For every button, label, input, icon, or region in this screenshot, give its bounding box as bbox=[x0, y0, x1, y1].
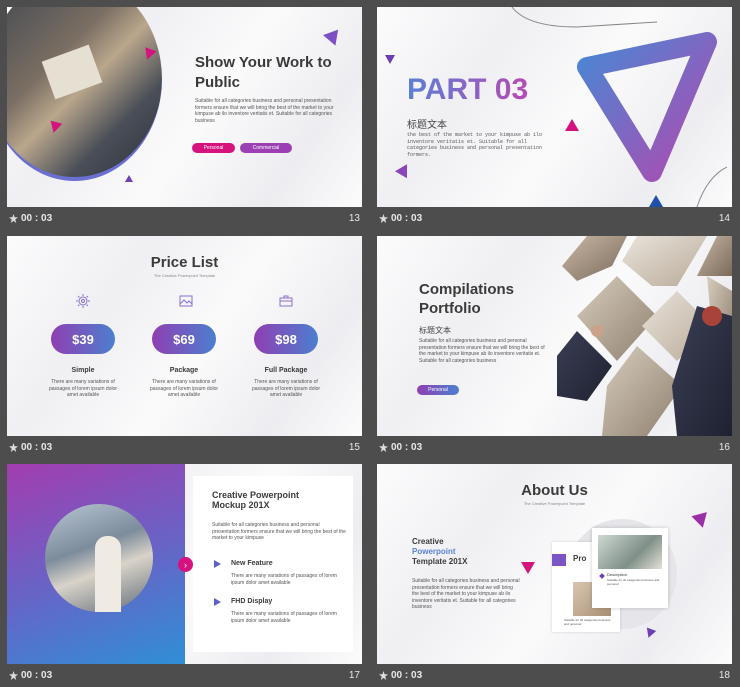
slide-13[interactable]: Show Your Work to Public Suitable for al… bbox=[7, 7, 362, 230]
personal-button[interactable]: Personal bbox=[192, 143, 235, 153]
slide-14[interactable]: PART 03 标题文本 the best of the market to y… bbox=[377, 7, 732, 230]
commercial-button[interactable]: Commercial bbox=[240, 143, 292, 153]
slide-title: Show Your Work to Public bbox=[195, 54, 332, 91]
slide-body: the best of the market to your kimpuse a… bbox=[407, 132, 543, 158]
slide-subtitle: 标题文本 bbox=[419, 326, 451, 335]
description-text: Suitable for all categories business and… bbox=[607, 578, 660, 586]
price-badge-package: $69 bbox=[152, 324, 216, 354]
slide-subtitle: The Creative Powerpoint Template bbox=[153, 273, 216, 278]
slide-14-canvas: PART 03 标题文本 the best of the market to y… bbox=[377, 7, 732, 207]
feature-title: New Feature bbox=[231, 560, 273, 567]
slide-17[interactable]: › Creative Powerpoint Mockup 201X Suitab… bbox=[7, 464, 362, 687]
transition-star-icon bbox=[9, 214, 18, 223]
portfolio-photo-grid bbox=[557, 236, 732, 436]
plan-name: Simple bbox=[71, 367, 95, 374]
personal-button[interactable]: Personal bbox=[417, 385, 459, 395]
slide-number: 16 bbox=[718, 442, 730, 453]
triangle-decor bbox=[649, 195, 663, 207]
transition-star-icon bbox=[9, 671, 18, 680]
plan-name: Package bbox=[169, 367, 199, 374]
image-icon bbox=[179, 295, 193, 307]
slide-17-canvas: › Creative Powerpoint Mockup 201X Suitab… bbox=[7, 464, 362, 664]
slide-title: Creative Powerpoint Mockup 201X bbox=[212, 490, 300, 510]
plan-desc: There are many variations of passages of… bbox=[149, 379, 219, 398]
briefcase-icon bbox=[279, 295, 293, 307]
feature-title: FHD Display bbox=[231, 598, 273, 605]
price-badge-simple: $39 bbox=[51, 324, 115, 354]
transition-star-icon bbox=[379, 671, 388, 680]
slide-body: Suitable for all categories business and… bbox=[195, 98, 334, 124]
triangle-decor bbox=[565, 119, 579, 131]
triangle-decor bbox=[323, 29, 343, 49]
triangle-decor bbox=[643, 627, 657, 640]
card-title: Pro bbox=[573, 554, 587, 563]
slide-title: About Us bbox=[521, 482, 588, 499]
slide-subtitle: The Creative Powerpoint Template bbox=[523, 501, 586, 506]
slide-footer: 00 : 03 17 bbox=[7, 667, 362, 685]
slide-title: Price List bbox=[150, 254, 219, 271]
feature-desc: There are many variations of passages of… bbox=[231, 611, 337, 624]
transition-star-icon bbox=[379, 443, 388, 452]
slide-footer: 00 : 03 16 bbox=[377, 439, 732, 457]
slide-18[interactable]: About Us The Creative Powerpoint Templat… bbox=[377, 464, 732, 687]
slide-15[interactable]: Price List The Creative Powerpoint Templ… bbox=[7, 236, 362, 459]
plan-desc: There are many variations of passages of… bbox=[48, 379, 118, 398]
card-text: Suitable for all categories business and… bbox=[564, 618, 611, 626]
slide-footer: 00 : 03 13 bbox=[7, 210, 362, 228]
slide-number: 14 bbox=[718, 213, 730, 224]
slide-number: 18 bbox=[718, 670, 730, 681]
triangle-decor bbox=[394, 164, 414, 182]
transition-star-icon bbox=[379, 214, 388, 223]
slide-16[interactable]: Compilations Portfolio 标题文本 Suitable for… bbox=[377, 236, 732, 459]
slide-footer: 00 : 03 15 bbox=[7, 439, 362, 457]
triangle-decor bbox=[691, 512, 711, 530]
slide-16-canvas: Compilations Portfolio 标题文本 Suitable for… bbox=[377, 236, 732, 436]
slide-15-canvas: Price List The Creative Powerpoint Templ… bbox=[7, 236, 362, 436]
slide-18-canvas: About Us The Creative Powerpoint Templat… bbox=[377, 464, 732, 664]
slide-body: Suitable for all categories business and… bbox=[412, 578, 520, 610]
heading-line-2: Powerpoint bbox=[412, 547, 456, 556]
gear-icon bbox=[76, 294, 90, 308]
slide-footer: 00 : 03 18 bbox=[377, 667, 732, 685]
laptop-photo bbox=[598, 535, 662, 569]
workspace-photo bbox=[7, 7, 162, 181]
transition-star-icon bbox=[9, 443, 18, 452]
triangle-decor bbox=[521, 562, 535, 574]
triangle-decor bbox=[385, 55, 395, 64]
slide-13-canvas: Show Your Work to Public Suitable for al… bbox=[7, 7, 362, 207]
plan-name: Full Package bbox=[264, 367, 308, 374]
triangle-decor bbox=[125, 175, 133, 182]
curve-line-decor bbox=[511, 7, 727, 207]
slide-title: Compilations Portfolio bbox=[419, 281, 515, 317]
slide-number: 17 bbox=[348, 670, 360, 681]
price-badge-full: $98 bbox=[254, 324, 318, 354]
arrow-right-icon bbox=[214, 560, 221, 568]
feature-desc: There are many variations of passages of… bbox=[231, 573, 337, 586]
slide-number: 13 bbox=[348, 213, 360, 224]
person-shape bbox=[95, 536, 121, 612]
heading-line-1: Creative bbox=[412, 537, 444, 546]
part-title: PART 03 bbox=[407, 73, 529, 106]
plan-desc: There are many variations of passages of… bbox=[251, 379, 321, 398]
accent-bar bbox=[552, 554, 566, 566]
slide-body: Suitable for all categories business and… bbox=[212, 522, 346, 541]
slide-body: Suitable for all categories business and… bbox=[419, 338, 545, 364]
slide-number: 15 bbox=[348, 442, 360, 453]
slide-subtitle: 标题文本 bbox=[407, 120, 447, 131]
slide-footer: 00 : 03 14 bbox=[377, 210, 732, 228]
heading-line-3: Template 201X bbox=[412, 557, 468, 566]
chevron-right-icon[interactable]: › bbox=[178, 557, 193, 572]
arrow-right-icon bbox=[214, 598, 221, 606]
